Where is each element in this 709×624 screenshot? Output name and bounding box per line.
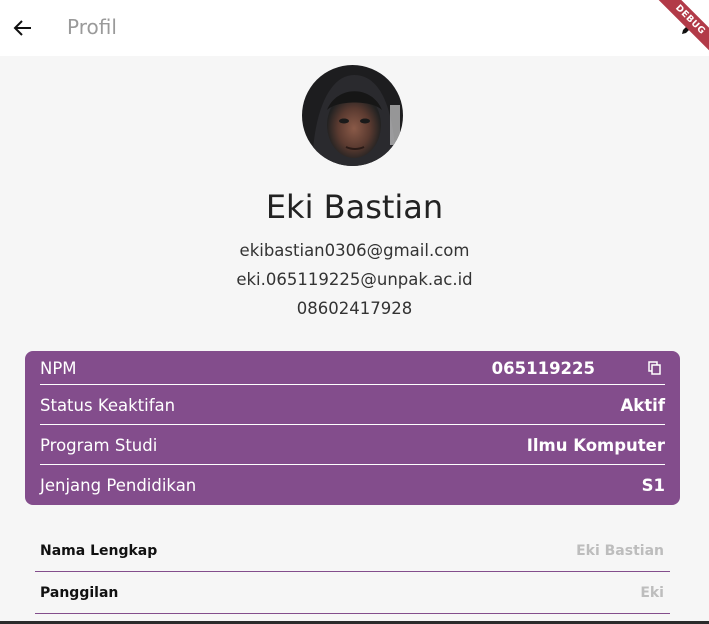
copy-icon [647,361,661,375]
npm-value: 065119225 [491,359,595,378]
status-label: Status Keaktifan [40,396,176,415]
copy-npm-button[interactable] [645,359,663,377]
status-value: Aktif [620,396,665,415]
app-bar: Profil DEBUG [0,0,709,65]
info-row-program: Program Studi Ilmu Komputer [40,425,665,465]
level-value: S1 [641,476,665,495]
nickname-label: Panggilan [40,585,119,601]
program-value: Ilmu Komputer [526,436,665,455]
phone-number: 08602417928 [296,299,413,318]
detail-row-full-name[interactable]: Nama Lengkap Eki Bastian [35,531,670,572]
avatar [302,65,403,166]
email-campus: eki.065119225@unpak.ac.id [236,270,473,289]
page-title: Profil [67,15,117,39]
level-label: Jenjang Pendidikan [40,476,197,495]
full-name-label: Nama Lengkap [40,543,158,559]
profile-photo [302,65,403,166]
nickname-value: Eki [640,585,664,601]
full-name-value: Eki Bastian [576,543,664,559]
profile-name: Eki Bastian [265,188,444,226]
row-underline [35,613,670,614]
info-row-npm: NPM 065119225 [40,351,665,385]
back-button[interactable] [8,12,38,44]
program-label: Program Studi [40,436,158,455]
detail-row-nickname[interactable]: Panggilan Eki [35,573,670,614]
academic-info-card: NPM 065119225 Status Keaktifan Aktif Pro… [25,351,680,505]
arrow-left-icon [13,20,31,36]
row-underline [35,571,670,572]
info-row-status: Status Keaktifan Aktif [40,385,665,425]
npm-label: NPM [40,359,77,378]
email-primary: ekibastian0306@gmail.com [239,241,470,260]
info-row-level: Jenjang Pendidikan S1 [40,465,665,505]
